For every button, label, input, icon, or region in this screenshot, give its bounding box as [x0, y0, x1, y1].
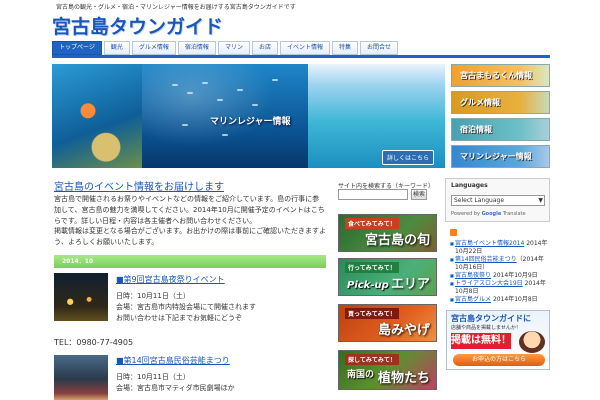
ad-free-badge: 掲載は無料！ — [451, 333, 511, 349]
site-tagline: 宮古島の観光・グルメ・宿泊・マリンレジャー情報をお届けする宮古島タウンガイドです — [56, 4, 296, 11]
ad-title: 宮古島タウンガイドに — [451, 314, 531, 323]
nav-tab-contact[interactable]: お問合せ — [360, 41, 399, 55]
rss-icon[interactable] — [450, 229, 457, 236]
hero-title: マリンレジャー情報 — [210, 117, 291, 127]
contact-phone: TEL：0980-77-4905 — [54, 338, 134, 347]
entry-body: 日時：10月11日（土） 会場：宮古島市内特設会場にて開催されます お問い合わせ… — [116, 292, 256, 322]
feature-pickup: Pick-up — [347, 280, 389, 291]
feature-title: 宮古島の旬 — [364, 233, 430, 248]
list-item: 宮古島グルメ 2014年10月8日 — [450, 296, 550, 304]
powered-by-google[interactable]: Powered by Google Translate — [451, 211, 526, 217]
hero-banner[interactable]: マリンレジャー情報 詳しくはこちら — [52, 64, 445, 168]
list-item: 宮古島夜祭り 2014年10月9日 — [450, 272, 550, 280]
nav-tab-lodging[interactable]: 宿泊情報 — [177, 41, 216, 55]
chevron-down-icon: ▼ — [538, 197, 543, 204]
banner-lodging[interactable]: 宿泊情報 — [451, 118, 550, 141]
post-heading[interactable]: 宮古島のイベント情報をお届けします — [54, 178, 224, 193]
recent-posts-list: 宮古島イベント情報2014 2014年10月22日 第14回民俗芸能まつり（20… — [450, 240, 550, 304]
powered-by-label: Powered by — [451, 211, 480, 217]
mascot-icon — [519, 331, 545, 353]
nav-tab-sightseeing[interactable]: 観光 — [103, 41, 130, 55]
entry-thumbnail[interactable] — [54, 273, 108, 321]
nav-tab-marine[interactable]: マリン — [217, 41, 250, 55]
nav-tab-top[interactable]: トップページ — [52, 41, 102, 55]
feature-title: 島みやげ — [377, 323, 430, 338]
nav-tab-gourmet[interactable]: グルメ情報 — [131, 41, 176, 55]
language-title: Languages — [451, 182, 488, 189]
language-select[interactable]: Select Language ▼ — [451, 195, 545, 206]
recent-post-link[interactable]: 宮古島イベント情報2014 — [455, 240, 524, 247]
feature-subtitle: 南国の — [347, 370, 375, 380]
feature-banner-souvenir[interactable]: 買ってみてみて！ 島みやげ — [338, 304, 437, 342]
feature-tag: 行ってみてみて！ — [345, 262, 399, 273]
feature-banner-plants[interactable]: 探してみてみて！ 南国の 植物たち — [338, 350, 437, 390]
entry-thumbnail[interactable] — [54, 355, 108, 400]
nav-tab-shops[interactable]: お店 — [251, 41, 278, 55]
list-item: トライアスロン大会19日 2014年10月8日 — [450, 280, 550, 296]
nav-tab-events[interactable]: イベント情報 — [279, 41, 330, 55]
banner-mamoru-kun[interactable]: 宮古まもるくん情報 — [451, 64, 550, 87]
language-selected: Select Language — [454, 197, 505, 204]
list-item: 宮古島イベント情報2014 2014年10月22日 — [450, 240, 550, 256]
feature-title: 植物たち — [377, 371, 430, 386]
banner-gourmet[interactable]: グルメ情報 — [451, 91, 550, 114]
hero-coral-photo — [52, 64, 142, 168]
feature-banner-seasonal[interactable]: 食べてみてみて！ 宮古島の旬 — [338, 214, 437, 252]
search-button[interactable]: 検索 — [411, 189, 427, 200]
google-logo: Google — [481, 211, 502, 217]
apply-button[interactable]: お申込の方はこちら — [453, 354, 545, 366]
entry-body: 日時：10月11日（土） 会場：宮古島市マティダ市民劇場ほか — [116, 373, 235, 392]
date-bar: 2014．10 — [54, 255, 326, 268]
nav-tab-special[interactable]: 特集 — [331, 41, 358, 55]
notice-paragraph: 掲載情報は変更となる場合がございます。お出かけの際は事前にご確認いただきますよう… — [54, 227, 326, 246]
feature-title: エリア — [390, 277, 430, 292]
recent-post-link[interactable]: 宮古島夜祭り — [455, 272, 491, 279]
recent-post-link[interactable]: 宮古島グルメ — [455, 296, 491, 303]
search-input[interactable] — [338, 189, 408, 200]
site-logo[interactable]: 宮古島タウンガイド — [52, 12, 223, 39]
recent-post-link[interactable]: トライアスロン大会19日 — [455, 280, 523, 287]
translate-label: Translate — [502, 211, 526, 217]
feature-tag: 食べてみてみて！ — [345, 218, 399, 229]
language-widget: Languages Select Language ▼ Powered by G… — [445, 178, 550, 222]
listing-ad-banner[interactable]: 宮古島タウンガイドに 店舗や商品を掲載しませんか！ 掲載は無料！ お申込の方はこ… — [446, 310, 550, 370]
nav-divider — [52, 55, 550, 58]
entry-title[interactable]: ■第14回宮古島民俗芸能まつり — [116, 355, 230, 366]
main-nav: トップページ 観光 グルメ情報 宿泊情報 マリン お店 イベント情報 特集 お問… — [52, 41, 400, 55]
recent-post-date: 2014年10月9日 — [492, 272, 538, 279]
recent-post-date: 2014年10月8日 — [492, 296, 538, 303]
recent-post-link[interactable]: 第14回民俗芸能まつり — [455, 256, 517, 263]
list-item: 第14回民俗芸能まつり（2014年10月16日） — [450, 256, 550, 272]
feature-tag: 買ってみてみて！ — [345, 308, 399, 319]
ad-subtitle: 店舗や商品を掲載しませんか！ — [451, 325, 521, 331]
entry-title[interactable]: ■第9回宮古島夜祭りイベント — [116, 274, 225, 285]
feature-tag: 探してみてみて！ — [345, 354, 399, 365]
banner-marine-leisure[interactable]: マリンレジャー情報 — [451, 145, 550, 168]
intro-paragraph: 宮古島で開催されるお祭りやイベントなどの情報をご紹介しています。島の行事に参加し… — [54, 195, 325, 225]
feature-banner-area[interactable]: 行ってみてみて！ Pick-up エリア — [338, 258, 437, 296]
hero-more-button[interactable]: 詳しくはこちら — [382, 150, 435, 165]
